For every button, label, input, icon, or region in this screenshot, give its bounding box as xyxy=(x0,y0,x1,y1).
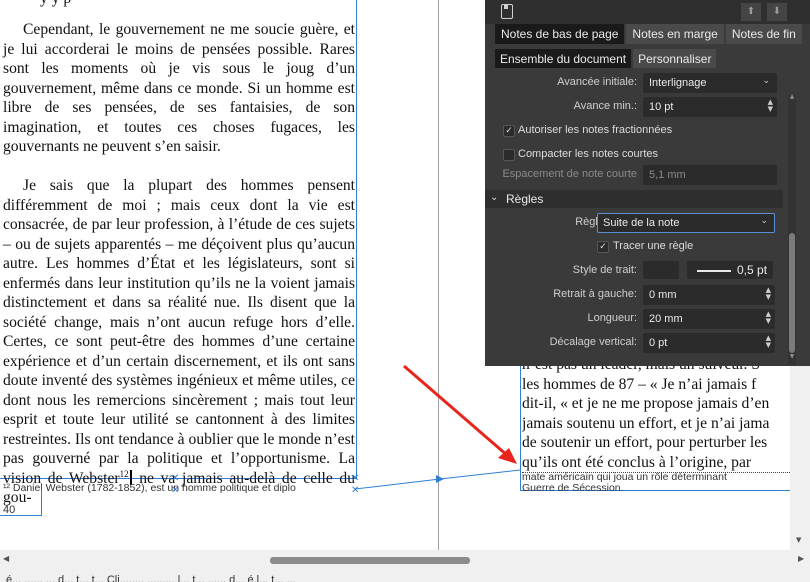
horizontal-scroll-thumb[interactable] xyxy=(270,557,470,564)
stepper-icon[interactable]: ▲ ▼ xyxy=(768,99,773,113)
panel-subtabs: Ensemble du document Personnaliser xyxy=(495,49,718,68)
label: Avance min.: xyxy=(573,100,637,112)
label: Espacement de note courte xyxy=(502,168,637,180)
label: Longueur: xyxy=(587,312,637,324)
scroll-right-icon[interactable]: ▶ xyxy=(798,554,804,563)
input-value: 10 pt xyxy=(649,101,674,113)
input-value: 20 mm xyxy=(649,313,683,325)
section-title: Règles xyxy=(506,192,544,206)
stroke-preview xyxy=(697,270,731,272)
tab-sidenotes[interactable]: Notes en marge xyxy=(626,24,724,44)
row-espacement: Espacement de note courte 5,1 mm xyxy=(485,165,785,185)
document-canvas[interactable]: y y p Cependant, le gouvernement ne me s… xyxy=(0,0,810,550)
scroll-down-icon[interactable]: ▼ xyxy=(796,536,801,544)
status-text: é... ...... ... d... t... t... Cli......… xyxy=(6,574,296,582)
tab-endnotes[interactable]: Notes de fin xyxy=(725,24,802,44)
arrow-down-icon[interactable]: ⬇ xyxy=(767,3,787,21)
row-regle-avant: Règle avant: Suite de la note ⌄ xyxy=(485,213,785,233)
scroll-up-icon[interactable]: ▲ xyxy=(788,93,796,100)
chevron-down-icon: ⌄ xyxy=(760,216,768,226)
annotation-arrow-line xyxy=(403,364,509,458)
stepper-icon[interactable]: ▲ ▼ xyxy=(766,335,771,349)
input-value: 5,1 mm xyxy=(649,169,686,181)
row-avance-initiale: Avancée initiale: Interlignage ⌄ xyxy=(485,73,785,93)
stroke-color-swatch[interactable] xyxy=(643,261,679,279)
label: Décalage vertical: xyxy=(549,336,637,348)
panel-scroll-thumb[interactable] xyxy=(789,233,795,353)
row-longueur: Longueur: 20 mm ▲ ▼ xyxy=(485,309,785,329)
stepper-icon[interactable]: ▲ ▼ xyxy=(766,311,771,325)
row-compacter: Compacter les notes courtes xyxy=(485,145,785,165)
select-value: Interlignage xyxy=(649,77,707,89)
tab-footnotes[interactable]: Notes de bas de page xyxy=(495,24,625,44)
longueur-input[interactable]: 20 mm ▲ ▼ xyxy=(643,309,775,329)
stroke-width-field[interactable]: 0,5 pt xyxy=(687,261,773,279)
text-flow-arrow xyxy=(436,475,444,483)
arrow-up-icon[interactable]: ⬆ xyxy=(741,3,761,21)
horizontal-scrollbar[interactable]: ◀ ▶ xyxy=(0,550,810,570)
row-style-trait: Style de trait: 0,5 pt xyxy=(485,261,785,281)
chevron-down-icon: ⌄ xyxy=(490,192,499,203)
row-tracer: ✓ Tracer une règle xyxy=(485,237,785,257)
decalage-input[interactable]: 0 pt ▲ ▼ xyxy=(643,333,775,353)
text-frame-panel: ⬆ ⬇ Notes de bas de page Notes en marge … xyxy=(485,0,810,366)
checkbox-label: Tracer une règle xyxy=(613,240,694,252)
espacement-input[interactable]: 5,1 mm xyxy=(643,165,777,185)
row-retrait: Retrait à gauche: 0 mm ▲ ▼ xyxy=(485,285,785,305)
subtab-whole-document[interactable]: Ensemble du document xyxy=(495,49,632,68)
scroll-down-icon[interactable]: ▼ xyxy=(788,353,796,360)
status-bar: é... ...... ... d... t... t... Cli......… xyxy=(0,570,810,582)
checkbox-label: Compacter les notes courtes xyxy=(518,148,659,160)
input-value: 0 mm xyxy=(649,289,677,301)
chevron-down-icon: ⌄ xyxy=(762,76,770,86)
panel-header: ⬆ ⬇ xyxy=(485,0,810,24)
subtab-customize[interactable]: Personnaliser xyxy=(633,49,717,68)
tracer-checkbox[interactable]: ✓ xyxy=(597,241,609,253)
row-avance-min: Avance min.: 10 pt ▲ ▼ xyxy=(485,97,785,117)
input-value: 0 pt xyxy=(649,337,668,349)
regle-avant-select[interactable]: Suite de la note ⌄ xyxy=(597,213,775,233)
label: Retrait à gauche: xyxy=(553,288,637,300)
stroke-value: 0,5 pt xyxy=(737,263,768,277)
select-value: Suite de la note xyxy=(603,217,680,229)
row-autoriser: ✓ Autoriser les notes fractionnées xyxy=(485,121,785,141)
label: Style de trait: xyxy=(572,264,637,276)
avance-min-input[interactable]: 10 pt ▲ ▼ xyxy=(643,97,777,117)
panel-tabs: Notes de bas de page Notes en marge Note… xyxy=(495,24,804,44)
stepper-icon[interactable]: ▲ ▼ xyxy=(766,287,771,301)
panel-scrollbar[interactable]: ▲ ▼ xyxy=(788,93,796,365)
avance-initiale-select[interactable]: Interlignage ⌄ xyxy=(643,73,777,93)
row-decalage: Décalage vertical: 0 pt ▲ ▼ xyxy=(485,333,785,353)
autoriser-checkbox[interactable]: ✓ xyxy=(503,125,515,137)
compacter-checkbox[interactable] xyxy=(503,149,515,161)
document-icon xyxy=(501,4,513,19)
label: Avancée initiale: xyxy=(557,76,637,88)
retrait-input[interactable]: 0 mm ▲ ▼ xyxy=(643,285,775,305)
scroll-left-icon[interactable]: ◀ xyxy=(3,554,9,563)
checkbox-label: Autoriser les notes fractionnées xyxy=(518,124,673,136)
section-regles-header[interactable]: ⌄ Règles xyxy=(485,190,783,208)
